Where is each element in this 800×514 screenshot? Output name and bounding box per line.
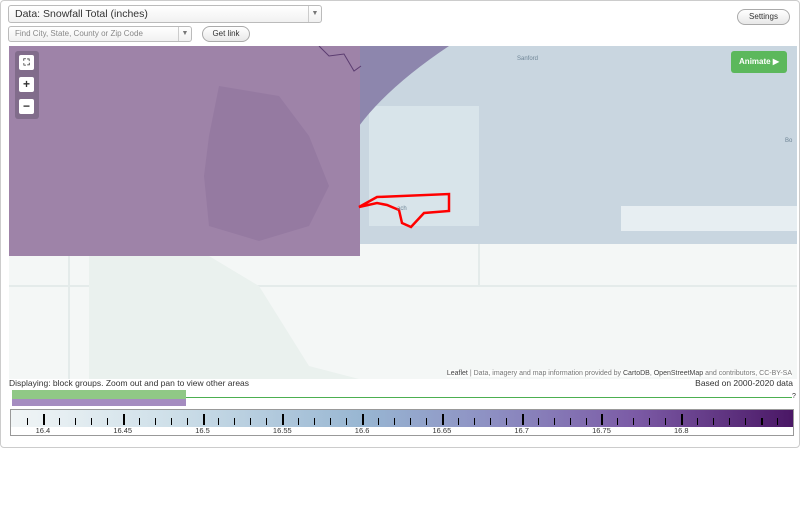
scale-tick — [394, 418, 396, 425]
tract-white-pocket — [621, 206, 797, 231]
scale-tick — [330, 418, 332, 425]
scale-label: 16.45 — [113, 426, 133, 435]
scale-label: 16.4 — [35, 426, 51, 435]
osm-link[interactable]: OpenStreetMap — [654, 370, 703, 377]
cartodb-link[interactable]: CartoDB — [623, 370, 650, 377]
zoom-out-button[interactable]: − — [19, 99, 34, 114]
fullscreen-icon: ⛶ — [23, 57, 30, 67]
range-bar-purple — [12, 399, 186, 406]
scale-tick — [569, 418, 571, 425]
color-gradient — [11, 410, 793, 427]
settings-button[interactable]: Settings — [737, 9, 790, 25]
scale-tick — [234, 418, 236, 425]
scale-tick — [409, 418, 411, 425]
scale-tick — [26, 418, 28, 425]
scale-tick — [282, 414, 285, 425]
range-line — [186, 397, 792, 398]
place-label-partial: Bo — [785, 138, 793, 144]
scale-tick — [314, 418, 316, 425]
scale-tick — [665, 418, 667, 425]
scale-tick — [441, 414, 444, 425]
scale-tick — [585, 418, 587, 425]
land-pale-green — [89, 256, 359, 379]
scale-tick — [42, 414, 45, 425]
scale-tick — [537, 418, 539, 425]
scale-tick — [218, 418, 220, 425]
scale-label: 16.55 — [272, 426, 292, 435]
scale-tick — [122, 414, 125, 425]
map-area[interactable]: Sanford Bo ach ⛶ + − Animate ▶ Leaflet |… — [9, 46, 797, 379]
scale-tick — [362, 414, 365, 425]
scale-tick — [425, 418, 427, 425]
scale-tick — [186, 418, 188, 425]
animate-button[interactable]: Animate ▶ — [731, 51, 787, 73]
scale-tick — [601, 414, 604, 425]
chevron-down-icon: ▼ — [308, 6, 321, 22]
scale-tick — [138, 418, 140, 425]
scale-tick — [154, 418, 156, 425]
scale-tick — [298, 418, 300, 425]
scale-tick — [521, 414, 524, 425]
scale-tick — [202, 414, 205, 425]
scale-label: 16.6 — [354, 426, 370, 435]
scale-label: 16.75 — [592, 426, 611, 435]
zoom-control: ⛶ + − — [15, 51, 39, 119]
scale-tick — [250, 418, 252, 425]
app-frame: Data: Snowfall Total (inches) ▼ Find Cit… — [0, 0, 800, 448]
scale-label: 16.65 — [432, 426, 452, 435]
color-scale: 16.4 16.45 16.5 16.55 16.6 16.65 16.7 16.75 16.8 — [10, 409, 794, 436]
based-on-text: Based on 2000-2020 data — [695, 378, 793, 388]
scale-tick — [729, 418, 731, 425]
scale-tick — [681, 414, 684, 425]
scale-label: 16.7 — [514, 426, 529, 435]
scale-tick — [489, 418, 491, 425]
data-select-label: Data: Snowfall Total (inches) — [15, 8, 148, 20]
range-bar-green — [12, 390, 186, 399]
fullscreen-button[interactable]: ⛶ — [19, 55, 34, 70]
tract-light-pocket — [369, 106, 479, 226]
scale-tick — [649, 418, 651, 425]
scale-tick — [106, 418, 108, 425]
scale-tick — [58, 418, 60, 425]
scale-tick — [90, 418, 92, 425]
scale-label: 16.5 — [195, 426, 210, 435]
scale-tick — [266, 418, 268, 425]
attribution-text-2: and contributors, CC-BY-SA — [703, 370, 792, 377]
zoom-in-button[interactable]: + — [19, 77, 34, 92]
scale-tick — [633, 418, 635, 425]
map-attribution: Leaflet | Data, imagery and map informat… — [446, 370, 792, 377]
scale-tick — [505, 418, 507, 425]
info-row: Displaying: block groups. Zoom out and p… — [9, 378, 793, 390]
scale-tick — [617, 418, 619, 425]
displaying-text: Displaying: block groups. Zoom out and p… — [9, 378, 250, 388]
scale-tick — [457, 418, 459, 425]
leaflet-link[interactable]: Leaflet — [447, 370, 468, 377]
attribution-text: | Data, imagery and map information prov… — [467, 370, 623, 377]
location-search-placeholder: Find City, State, County or Zip Code — [15, 29, 143, 38]
scale-tick — [697, 418, 699, 425]
scale-tick — [553, 418, 555, 425]
scale-tick — [777, 418, 779, 425]
scale-tick — [378, 418, 380, 425]
place-label-sanford: Sanford — [517, 56, 539, 62]
map-canvas — [9, 46, 797, 379]
scale-tick — [713, 418, 715, 425]
scale-tick — [74, 418, 76, 425]
get-link-button[interactable]: Get link — [202, 26, 250, 42]
scale-tick — [473, 418, 475, 425]
scale-tick — [745, 418, 747, 425]
chevron-down-icon: ▼ — [178, 27, 191, 41]
scale-tick — [346, 418, 348, 425]
help-mark[interactable]: ? — [792, 393, 796, 400]
data-select[interactable]: Data: Snowfall Total (inches) ▼ — [8, 5, 322, 23]
place-label-inside-outline: ach — [397, 206, 407, 212]
scale-tick — [170, 418, 172, 425]
scale-tick — [761, 418, 764, 425]
scale-label: 16.8 — [673, 426, 689, 435]
location-search-input[interactable]: Find City, State, County or Zip Code ▼ — [8, 26, 192, 42]
